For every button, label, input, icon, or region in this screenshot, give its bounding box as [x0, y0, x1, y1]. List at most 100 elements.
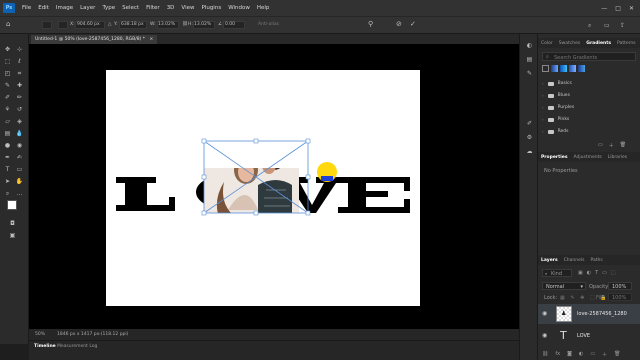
cc-libraries-icon[interactable]: ☁ — [525, 148, 534, 156]
add-mask-icon[interactable]: ◙ — [567, 351, 572, 358]
menu-filter[interactable]: Filter — [146, 5, 160, 11]
menu-type[interactable]: Type — [102, 5, 115, 11]
gradient-folder-pinks[interactable]: › Pinks — [542, 114, 634, 125]
stamp-tool-icon[interactable]: ⚘ — [3, 106, 12, 114]
fill-field[interactable]: 100% — [608, 293, 632, 301]
layer-filter-select[interactable]: ⌕ Kind — [542, 269, 572, 277]
gradient-folder-basics[interactable]: › Basics — [542, 78, 634, 89]
menu-image[interactable]: Image — [56, 5, 73, 11]
layer-row-photo[interactable]: ◉ ♟ love-2587456_1280 — [538, 304, 640, 324]
pen-tool-icon[interactable]: ✒ — [3, 154, 12, 162]
fx-icon[interactable]: fx — [555, 351, 560, 358]
adjustment-layer-icon[interactable]: ◐ — [579, 351, 583, 358]
eraser-tool-icon[interactable]: ▱ — [3, 118, 12, 126]
bucket-tool-icon[interactable]: ◈ — [15, 118, 24, 126]
opacity-field[interactable]: 100% — [608, 282, 632, 290]
history-panel-icon[interactable]: ▤ — [525, 56, 534, 64]
link-layers-icon[interactable]: ⛓ — [542, 351, 548, 358]
visibility-eye-icon[interactable]: ◉ — [542, 310, 547, 317]
maximize-icon[interactable]: □ — [615, 5, 621, 12]
move-tool-icon[interactable]: ✥ — [3, 46, 12, 54]
color-panel-icon[interactable]: ◐ — [525, 42, 534, 50]
foreground-color-swatch[interactable] — [7, 200, 17, 210]
eyedropper-tool-icon[interactable]: ✎ — [3, 82, 12, 90]
gradient-search-field[interactable]: ⌕ Search Gradients — [542, 52, 636, 61]
gradient-thumb[interactable] — [551, 65, 558, 72]
gradient-tool-icon[interactable]: ▤ — [3, 130, 12, 138]
brush-settings-icon[interactable]: ✐ — [525, 120, 534, 128]
document-canvas[interactable] — [106, 70, 420, 306]
gradient-folder-reds[interactable]: › Reds — [542, 126, 634, 137]
shape-filter-icon[interactable]: ▭ — [602, 270, 607, 276]
workspace-icon[interactable]: ▭ — [604, 22, 610, 29]
reference-point-icon[interactable] — [58, 21, 68, 29]
shape-tool-icon[interactable]: ▭ — [15, 166, 24, 174]
menu-help[interactable]: Help — [257, 5, 270, 11]
menu-plugins[interactable]: Plugins — [201, 5, 221, 11]
delete-icon[interactable]: 🗑 — [620, 142, 626, 149]
new-layer-icon[interactable]: ＋ — [602, 351, 607, 358]
gradient-thumb[interactable] — [542, 65, 549, 72]
zoom-level[interactable]: 50% — [35, 332, 45, 337]
home-icon[interactable]: ⌂ — [6, 20, 10, 28]
tab-measurement-log[interactable]: Measurement Log — [57, 344, 97, 349]
tab-paths[interactable]: Paths — [587, 258, 605, 263]
delete-layer-icon[interactable]: 🗑 — [614, 351, 620, 358]
adjust-icon[interactable]: ⚙ — [525, 134, 534, 142]
type-tool-icon[interactable]: T — [3, 166, 12, 174]
healing-tool-icon[interactable]: ✚ — [15, 82, 24, 90]
layer-row-text[interactable]: ◉ T LOVE — [538, 326, 640, 346]
blur-tool-icon[interactable]: 💧 — [15, 130, 24, 138]
cancel-transform-icon[interactable]: ⊘ — [396, 20, 402, 28]
minimize-icon[interactable]: — — [601, 5, 607, 12]
history-brush-icon[interactable]: ↺ — [15, 106, 24, 114]
menu-window[interactable]: Window — [228, 5, 250, 11]
gradient-thumb[interactable] — [560, 65, 567, 72]
new-folder-icon[interactable]: ▭ — [598, 142, 603, 149]
close-window-icon[interactable]: ✕ — [629, 5, 634, 12]
gradient-folder-blues[interactable]: › Blues — [542, 90, 634, 101]
blend-mode-select[interactable]: Normal ▾ — [542, 282, 586, 290]
commit-transform-icon[interactable]: ✓ — [410, 20, 416, 28]
freeform-pen-icon[interactable]: ✍ — [15, 154, 24, 162]
tab-adjustments[interactable]: Adjustments — [571, 155, 605, 160]
menu-3d[interactable]: 3D — [167, 5, 175, 11]
pencil-tool-icon[interactable]: ✏ — [15, 94, 24, 102]
tab-color[interactable]: Color — [538, 41, 556, 46]
tab-gradients[interactable]: Gradients — [583, 41, 614, 46]
status-chevron-icon[interactable]: › — [99, 332, 101, 337]
gradient-folder-purples[interactable]: › Purples — [542, 102, 634, 113]
menu-layer[interactable]: Layer — [80, 5, 95, 11]
smart-filter-icon[interactable]: ⬚ — [611, 270, 616, 276]
pixel-filter-icon[interactable]: ▣ — [578, 270, 583, 276]
document-tab[interactable]: Untitled-1 @ 50% (love-2587456_1280, RGB… — [31, 35, 158, 44]
quick-mask-icon[interactable]: ◘ — [8, 220, 17, 228]
path-select-tool-icon[interactable]: ➤ — [3, 178, 12, 186]
tab-layers[interactable]: Layers — [538, 258, 561, 263]
brush-tool-icon[interactable]: ✐ — [3, 94, 12, 102]
search-icon[interactable]: ⌕ — [588, 22, 591, 30]
menu-edit[interactable]: Edit — [38, 5, 49, 11]
lasso-tool-icon[interactable]: ℓ — [15, 58, 24, 66]
screen-mode-icon[interactable]: ▣ — [8, 232, 17, 240]
object-select-tool-icon[interactable]: ◰ — [3, 70, 12, 78]
adjustment-filter-icon[interactable]: ◐ — [587, 270, 591, 276]
sponge-tool-icon[interactable]: ◉ — [15, 142, 24, 150]
group-icon[interactable]: ▭ — [590, 351, 595, 358]
visibility-eye-icon[interactable]: ◉ — [542, 332, 547, 339]
tab-swatches[interactable]: Swatches — [556, 41, 584, 46]
tab-patterns[interactable]: Patterns — [614, 41, 639, 46]
type-filter-icon[interactable]: T — [595, 270, 598, 276]
tab-channels[interactable]: Channels — [561, 258, 588, 263]
dodge-tool-icon[interactable]: ● — [3, 142, 12, 150]
gradient-thumb[interactable] — [569, 65, 576, 72]
more-tools-icon[interactable]: … — [15, 190, 24, 198]
warp-icon[interactable]: ⚲ — [368, 20, 373, 28]
reference-checkbox[interactable] — [42, 21, 52, 29]
tab-properties[interactable]: Properties — [538, 155, 571, 160]
tab-close-icon[interactable]: × — [149, 37, 153, 42]
anti-alias-label[interactable]: Anti-alias — [258, 22, 279, 27]
share-icon[interactable]: ⇪ — [620, 22, 625, 29]
tab-timeline[interactable]: Timeline — [34, 344, 56, 349]
menu-file[interactable]: File — [22, 5, 31, 11]
